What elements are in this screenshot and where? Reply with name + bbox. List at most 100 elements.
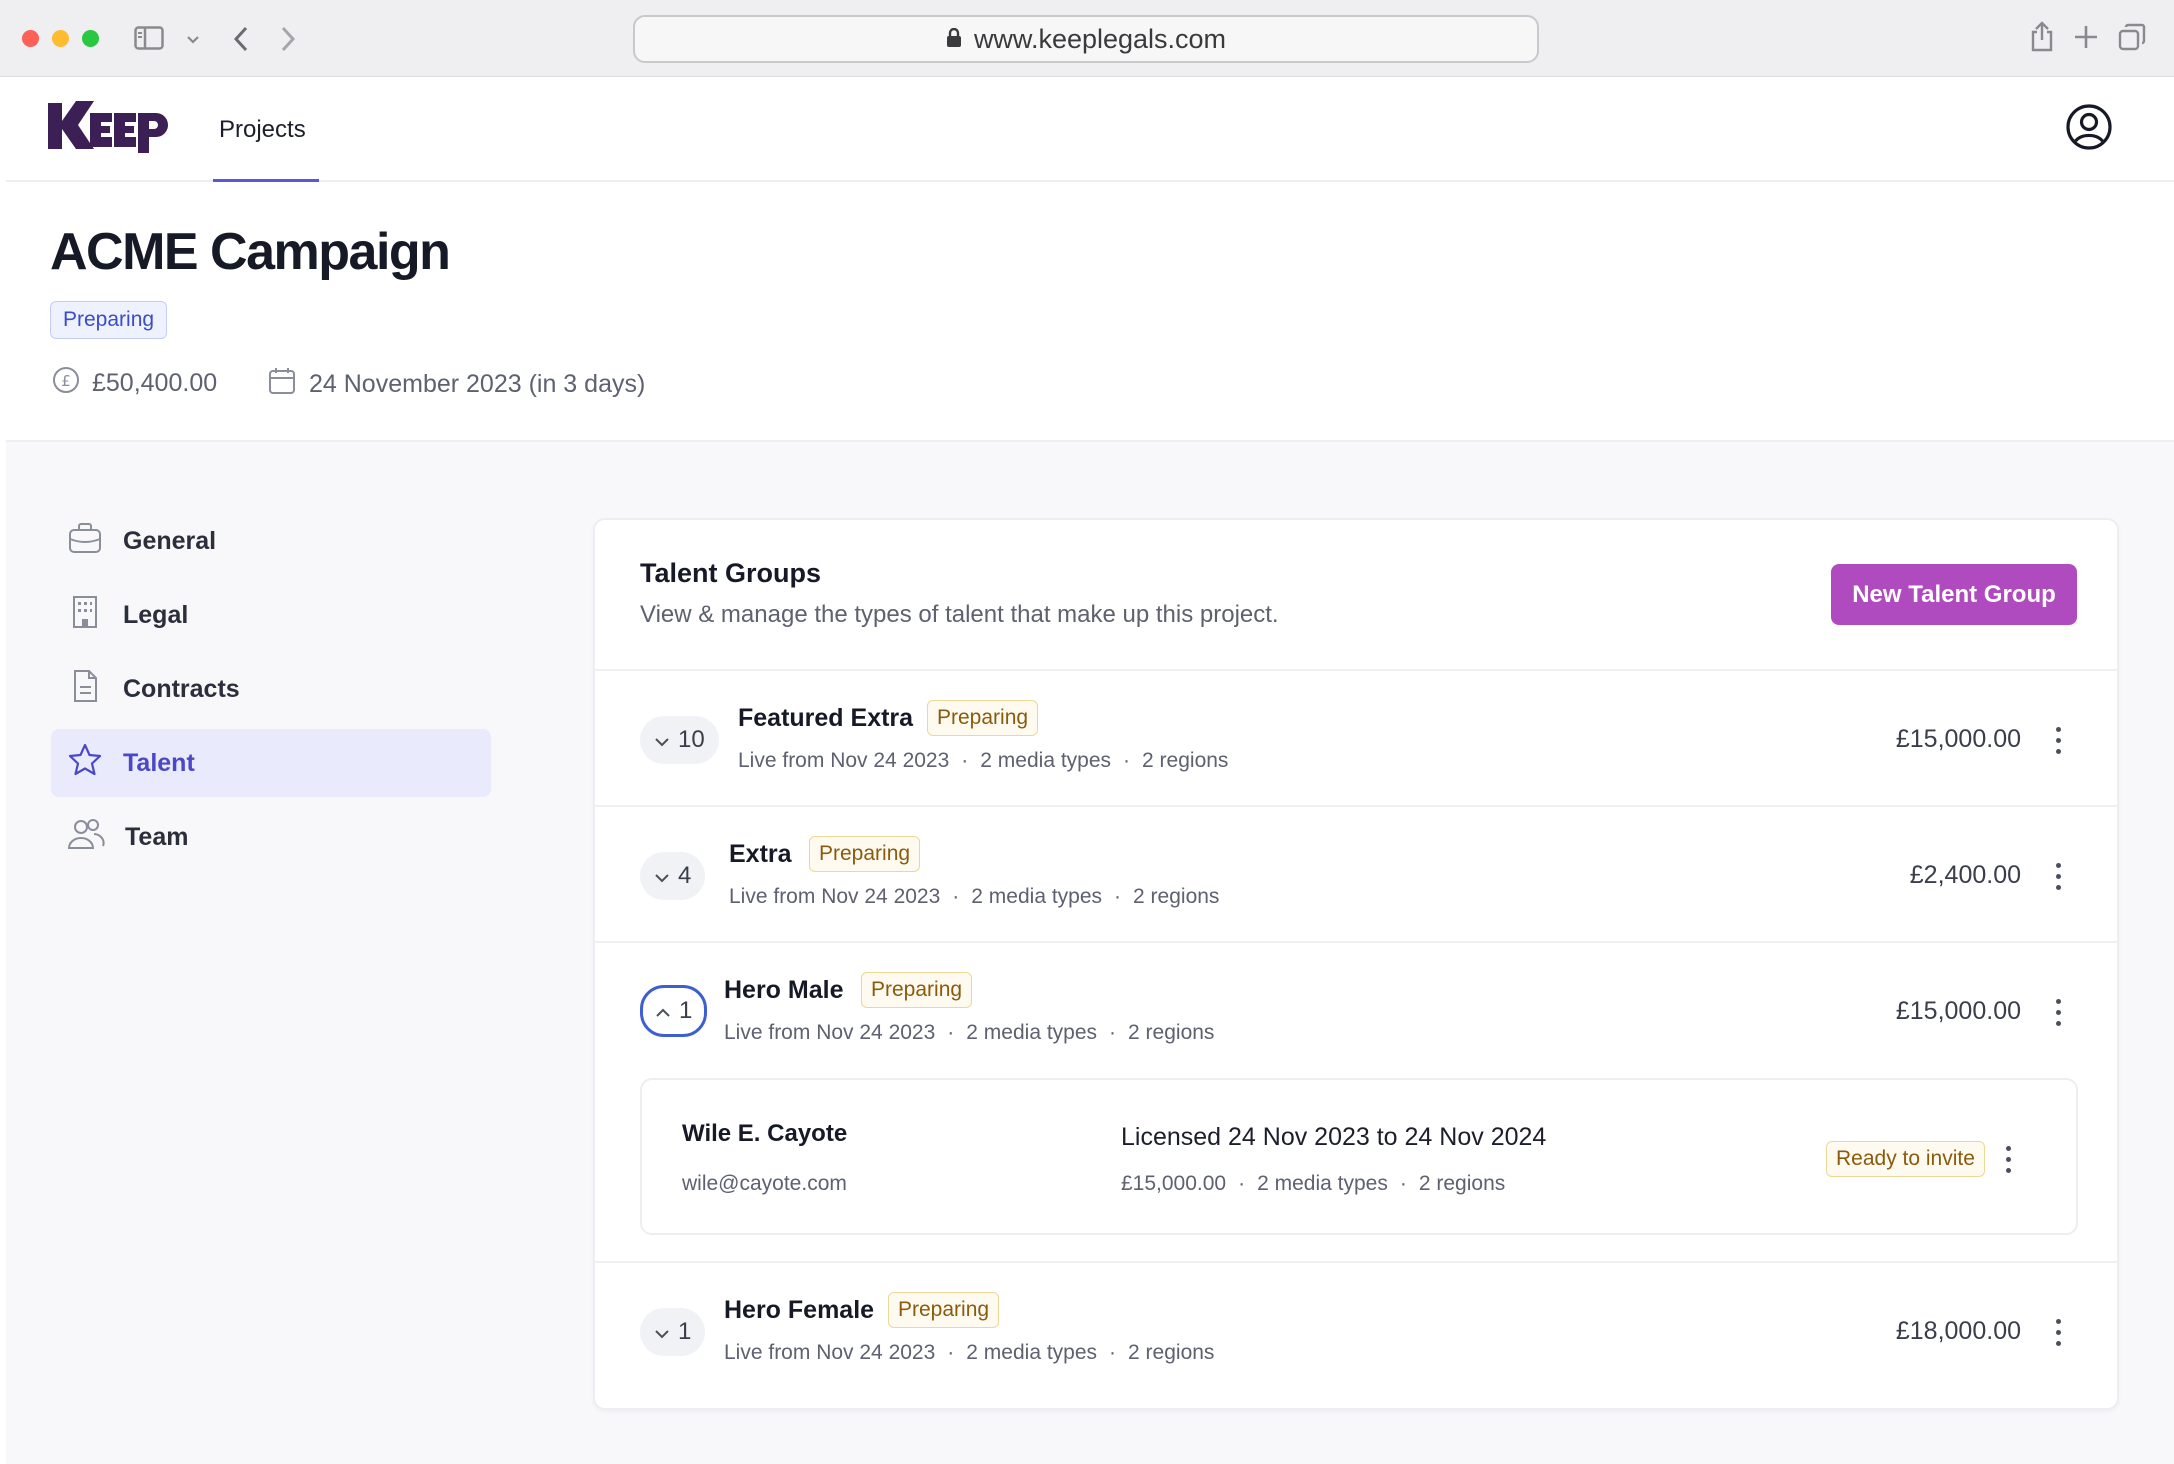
keep-logo[interactable] (48, 97, 170, 160)
document-icon (67, 668, 103, 711)
date-value: 24 November 2023 (in 3 days) (309, 370, 646, 398)
sidebar-item-team[interactable]: Team (51, 803, 491, 871)
back-arrow-icon[interactable] (232, 25, 250, 58)
expand-toggle[interactable]: 1 (640, 1308, 706, 1356)
group-count: 10 (678, 726, 705, 753)
group-count: 4 (678, 862, 692, 889)
star-icon (67, 742, 103, 785)
more-options-icon[interactable] (2048, 863, 2068, 890)
separator: · (952, 885, 960, 908)
browser-toolbar: www.keeplegals.com (0, 0, 2174, 77)
more-options-icon[interactable] (2048, 999, 2068, 1026)
group-name: Hero Female (724, 1296, 875, 1324)
forward-arrow-icon[interactable] (279, 25, 297, 58)
sidebar-item-label: Team (125, 822, 189, 851)
group-amount: £15,000.00 (1895, 725, 2021, 753)
sidebar-item-label: Legal (123, 600, 189, 629)
group-count: 1 (679, 997, 693, 1024)
group-amount: £15,000.00 (1895, 997, 2021, 1025)
share-icon[interactable] (2029, 21, 2055, 58)
budget-value: £50,400.00 (92, 369, 218, 397)
live-date: Live from Nov 24 2023 (724, 1341, 936, 1364)
status-badge: Ready to invite (1826, 1141, 1985, 1177)
media-types: 2 media types (971, 885, 1103, 908)
group-amount: £18,000.00 (1895, 1317, 2021, 1345)
media-types: 2 media types (966, 1341, 1098, 1364)
member-details: £15,000.00 · 2 media types · 2 regions (1121, 1172, 1505, 1196)
lock-icon (946, 24, 962, 55)
sidebar-item-legal[interactable]: Legal (51, 581, 491, 649)
users-icon (67, 816, 105, 859)
close-window-button[interactable] (22, 30, 39, 47)
group-details: Live from Nov 24 2023 · 2 media types · … (738, 749, 1228, 773)
sidebar-item-talent[interactable]: Talent (51, 729, 491, 797)
building-icon (67, 594, 103, 637)
talent-member-card[interactable]: Wile E. Cayote wile@cayote.com Licensed … (640, 1078, 2078, 1235)
chevron-down-icon[interactable] (186, 32, 200, 50)
separator: · (1109, 1341, 1117, 1364)
media-types: 2 media types (1257, 1172, 1388, 1195)
url-text: www.keeplegals.com (973, 23, 1227, 54)
chevron-down-icon (654, 726, 670, 754)
expand-toggle[interactable]: 4 (640, 852, 706, 900)
sidebar-item-general[interactable]: General (51, 507, 491, 575)
expand-toggle[interactable]: 10 (640, 716, 719, 764)
project-date: 24 November 2023 (in 3 days) (267, 366, 645, 403)
group-name: Extra (729, 840, 792, 868)
user-avatar-icon[interactable] (2065, 103, 2113, 156)
media-types: 2 media types (966, 1021, 1098, 1044)
nav-tab-projects-label: Projects (219, 115, 306, 143)
separator: · (1399, 1172, 1407, 1195)
new-talent-group-button[interactable]: New Talent Group (1831, 564, 2077, 625)
group-name: Hero Male (724, 976, 844, 1004)
project-budget: £ £50,400.00 (52, 366, 217, 401)
address-bar[interactable]: www.keeplegals.com (633, 15, 1539, 63)
group-amount: £2,400.00 (1909, 861, 2021, 889)
card-description: View & manage the types of talent that m… (640, 601, 1279, 628)
talent-group-row[interactable]: 10 Featured Extra Preparing Live from No… (595, 669, 2117, 805)
more-options-icon[interactable] (1998, 1146, 2018, 1173)
separator: · (1123, 749, 1131, 772)
sidebar-item-contracts[interactable]: Contracts (51, 655, 491, 723)
tabs-overview-icon[interactable] (2118, 23, 2146, 56)
separator: · (961, 749, 969, 772)
status-badge: Preparing (861, 972, 973, 1008)
separator: · (1109, 1021, 1117, 1044)
nav-tab-projects[interactable]: Projects (213, 77, 312, 182)
collapse-toggle[interactable]: 1 (640, 985, 708, 1037)
media-types: 2 media types (980, 749, 1112, 772)
sidebar: General Legal Contracts Talent Team (51, 507, 491, 877)
group-details: Live from Nov 24 2023 · 2 media types · … (724, 1341, 1214, 1365)
more-options-icon[interactable] (2048, 1319, 2068, 1346)
separator: · (947, 1021, 955, 1044)
separator: · (1114, 885, 1122, 908)
live-date: Live from Nov 24 2023 (724, 1021, 936, 1044)
talent-group-row[interactable]: 4 Extra Preparing Live from Nov 24 2023 … (595, 805, 2117, 941)
live-date: Live from Nov 24 2023 (738, 749, 950, 772)
page-title: ACME Campaign (50, 223, 451, 281)
chevron-up-icon (655, 997, 671, 1025)
calendar-icon (267, 366, 297, 403)
svg-text:£: £ (61, 372, 71, 390)
member-amount: £15,000.00 (1121, 1172, 1227, 1195)
talent-group-row[interactable]: 1 Hero Female Preparing Live from Nov 24… (595, 1261, 2117, 1408)
license-period: Licensed 24 Nov 2023 to 24 Nov 2024 (1121, 1123, 1547, 1151)
more-options-icon[interactable] (2048, 727, 2068, 754)
minimize-window-button[interactable] (52, 30, 69, 47)
status-badge: Preparing (809, 836, 921, 872)
group-details: Live from Nov 24 2023 · 2 media types · … (729, 885, 1219, 909)
sidebar-toggle-icon[interactable] (134, 26, 164, 55)
briefcase-icon (67, 520, 103, 563)
maximize-window-button[interactable] (82, 30, 99, 47)
regions: 2 regions (1418, 1172, 1506, 1195)
separator: · (947, 1341, 955, 1364)
sidebar-item-label: General (123, 526, 217, 555)
status-badge: Preparing (927, 700, 1039, 736)
regions: 2 regions (1128, 1341, 1215, 1364)
status-badge: Preparing (888, 1292, 1000, 1328)
talent-groups-card: Talent Groups View & manage the types of… (593, 518, 2119, 1410)
card-title: Talent Groups (640, 558, 822, 588)
new-tab-icon[interactable] (2073, 24, 2099, 55)
member-name: Wile E. Cayote (682, 1120, 848, 1147)
content-area: General Legal Contracts Talent Team Tale… (6, 442, 2174, 1464)
